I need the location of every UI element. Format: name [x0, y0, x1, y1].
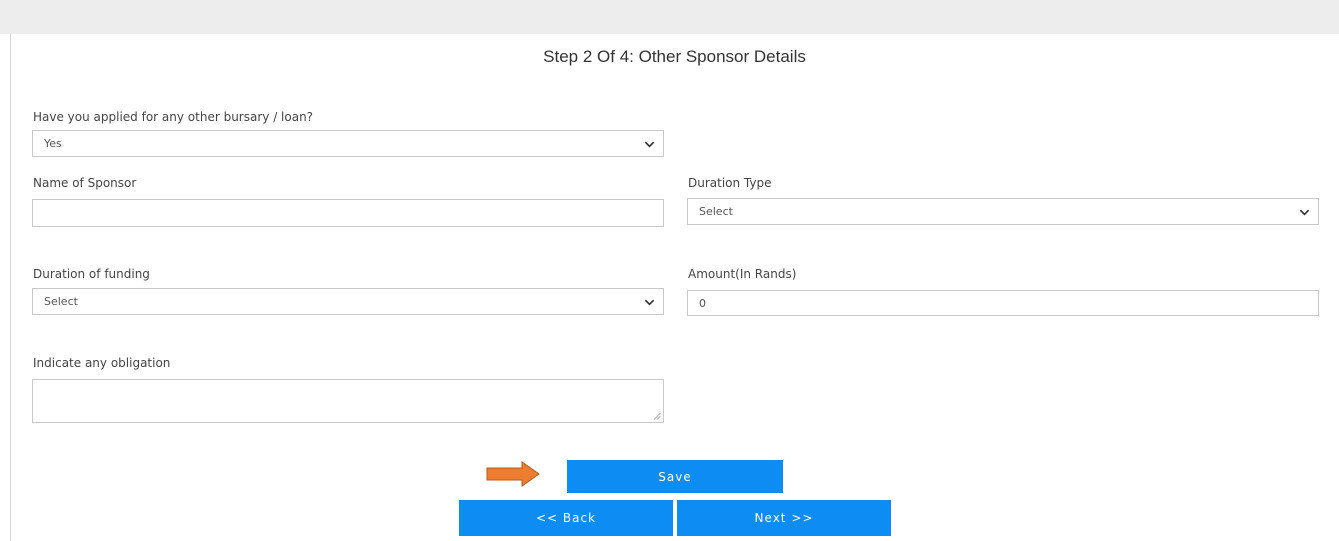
obligation-textarea[interactable]: [32, 379, 664, 423]
duration-type-select[interactable]: Select: [687, 198, 1319, 225]
amount-value: 0: [699, 296, 706, 310]
top-bar: [0, 0, 1339, 34]
back-button[interactable]: << Back: [459, 500, 673, 536]
arrow-right-icon: [486, 461, 540, 487]
duration-funding-label: Duration of funding: [33, 267, 150, 281]
other-bursary-value: Yes: [44, 137, 62, 150]
chevron-down-icon: [1299, 209, 1310, 215]
sponsor-name-label: Name of Sponsor: [33, 176, 137, 190]
other-bursary-label: Have you applied for any other bursary /…: [33, 110, 314, 124]
duration-funding-value: Select: [44, 295, 78, 308]
next-button[interactable]: Next >>: [677, 500, 891, 536]
resize-grip-icon[interactable]: [653, 412, 661, 420]
obligation-label: Indicate any obligation: [33, 356, 171, 370]
page-title: Step 2 Of 4: Other Sponsor Details: [543, 47, 806, 66]
duration-funding-select[interactable]: Select: [32, 288, 664, 315]
sponsor-name-input[interactable]: [32, 199, 664, 227]
duration-type-value: Select: [699, 205, 733, 218]
chevron-down-icon: [644, 299, 655, 305]
other-bursary-select[interactable]: Yes: [32, 130, 664, 157]
amount-label: Amount(In Rands): [688, 267, 797, 281]
chevron-down-icon: [644, 141, 655, 147]
duration-type-label: Duration Type: [688, 176, 772, 190]
save-button[interactable]: Save: [567, 460, 783, 493]
amount-input[interactable]: 0: [687, 290, 1319, 316]
